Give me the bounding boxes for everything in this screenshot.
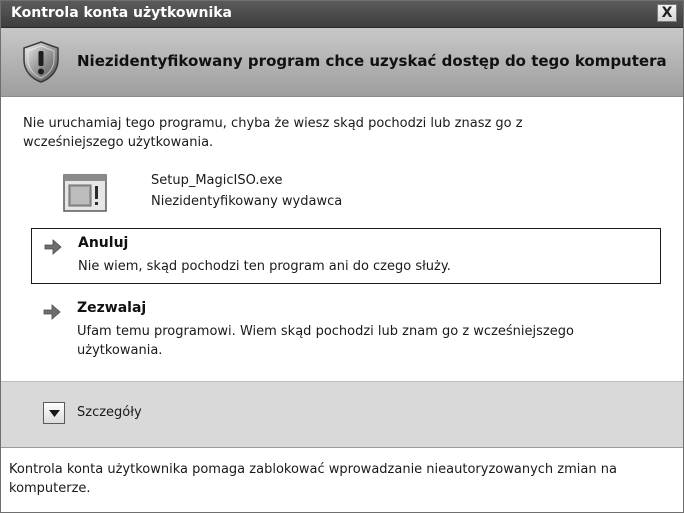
- allow-option-button[interactable]: Zezwalaj Ufam temu programowi. Wiem skąd…: [31, 294, 661, 366]
- title-bar[interactable]: Kontrola konta użytkownika X: [1, 1, 683, 28]
- arrow-right-icon: [43, 304, 61, 320]
- cancel-option-button[interactable]: Anuluj Nie wiem, skąd pochodzi ten progr…: [31, 228, 661, 284]
- details-expand-button[interactable]: [43, 402, 65, 424]
- cancel-option-title: Anuluj: [78, 235, 129, 251]
- program-window-icon: [63, 174, 107, 212]
- close-button[interactable]: X: [657, 4, 677, 22]
- allow-option-title: Zezwalaj: [77, 300, 147, 316]
- chevron-down-icon: [49, 410, 60, 417]
- arrow-right-icon: [44, 239, 62, 255]
- details-label: Szczegóły: [77, 405, 142, 420]
- header-title: Niezidentyfikowany program chce uzyskać …: [77, 52, 667, 70]
- intro-text: Nie uruchamiaj tego programu, chyba że w…: [23, 116, 523, 150]
- shield-warning-icon: [23, 41, 59, 83]
- cancel-option-description: Nie wiem, skąd pochodzi ten program ani …: [78, 259, 451, 274]
- program-publisher: Niezidentyfikowany wydawca: [151, 194, 343, 209]
- program-name: Setup_MagicISO.exe: [151, 173, 283, 188]
- window-title: Kontrola konta użytkownika: [11, 5, 232, 21]
- details-band: Szczegóły: [1, 381, 683, 448]
- allow-option-description: Ufam temu programowi. Wiem skąd pochodzi…: [77, 324, 574, 358]
- footer-text: Kontrola konta użytkownika pomaga zablok…: [9, 462, 617, 496]
- uac-dialog: Kontrola konta użytkownika X Niezidentyf…: [0, 0, 684, 513]
- header-band: Niezidentyfikowany program chce uzyskać …: [1, 28, 683, 97]
